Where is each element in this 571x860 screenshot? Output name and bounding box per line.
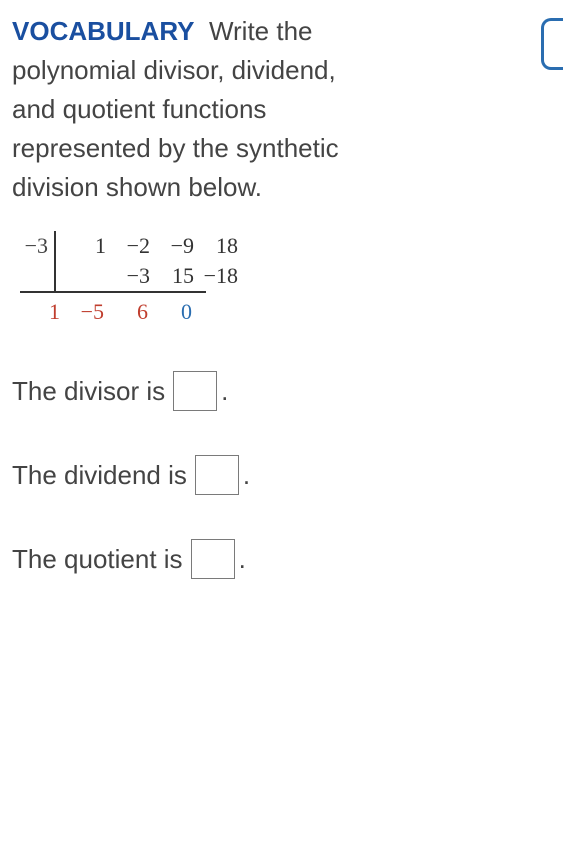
- divisor-label: The divisor is: [12, 376, 165, 407]
- period-text: .: [221, 376, 228, 407]
- synthetic-box: 1 −2 −9 18 −3 15 −18 1 −5 6 0: [54, 231, 242, 327]
- dividend-coef: −9: [154, 231, 198, 261]
- result-coef: 6: [108, 297, 152, 327]
- synthetic-row-result: 1 −5 6 0: [20, 291, 206, 327]
- product-cell: −3: [110, 261, 154, 291]
- dividend-label: The dividend is: [12, 460, 187, 491]
- period-text: .: [239, 544, 246, 575]
- page-corner-decor: [541, 18, 563, 70]
- dividend-input[interactable]: [195, 455, 239, 495]
- result-coef: −5: [64, 297, 108, 327]
- divisor-answer-line: The divisor is .: [12, 371, 559, 411]
- synthetic-upper-rows: 1 −2 −9 18 −3 15 −18: [54, 231, 242, 291]
- product-cell: [66, 261, 110, 291]
- result-coef: 1: [20, 297, 64, 327]
- product-cell: 15: [154, 261, 198, 291]
- question-prompt: VOCABULARY Write the polynomial divisor,…: [12, 12, 382, 207]
- synthetic-division-diagram: −3 1 −2 −9 18 −3 15 −18 1 −5 6 0: [12, 231, 559, 327]
- dividend-coef: −2: [110, 231, 154, 261]
- dividend-coef: 18: [198, 231, 242, 261]
- synthetic-row-dividend: 1 −2 −9 18: [66, 231, 242, 261]
- vocabulary-heading: VOCABULARY: [12, 16, 194, 46]
- divisor-input[interactable]: [173, 371, 217, 411]
- remainder-cell: 0: [152, 297, 196, 327]
- dividend-coef: 1: [66, 231, 110, 261]
- quotient-input[interactable]: [191, 539, 235, 579]
- synthetic-k-value: −3: [12, 231, 54, 259]
- product-cell: −18: [198, 261, 242, 291]
- quotient-answer-line: The quotient is .: [12, 539, 559, 579]
- quotient-label: The quotient is: [12, 544, 183, 575]
- synthetic-row-products: −3 15 −18: [66, 261, 242, 291]
- period-text: .: [243, 460, 250, 491]
- dividend-answer-line: The dividend is .: [12, 455, 559, 495]
